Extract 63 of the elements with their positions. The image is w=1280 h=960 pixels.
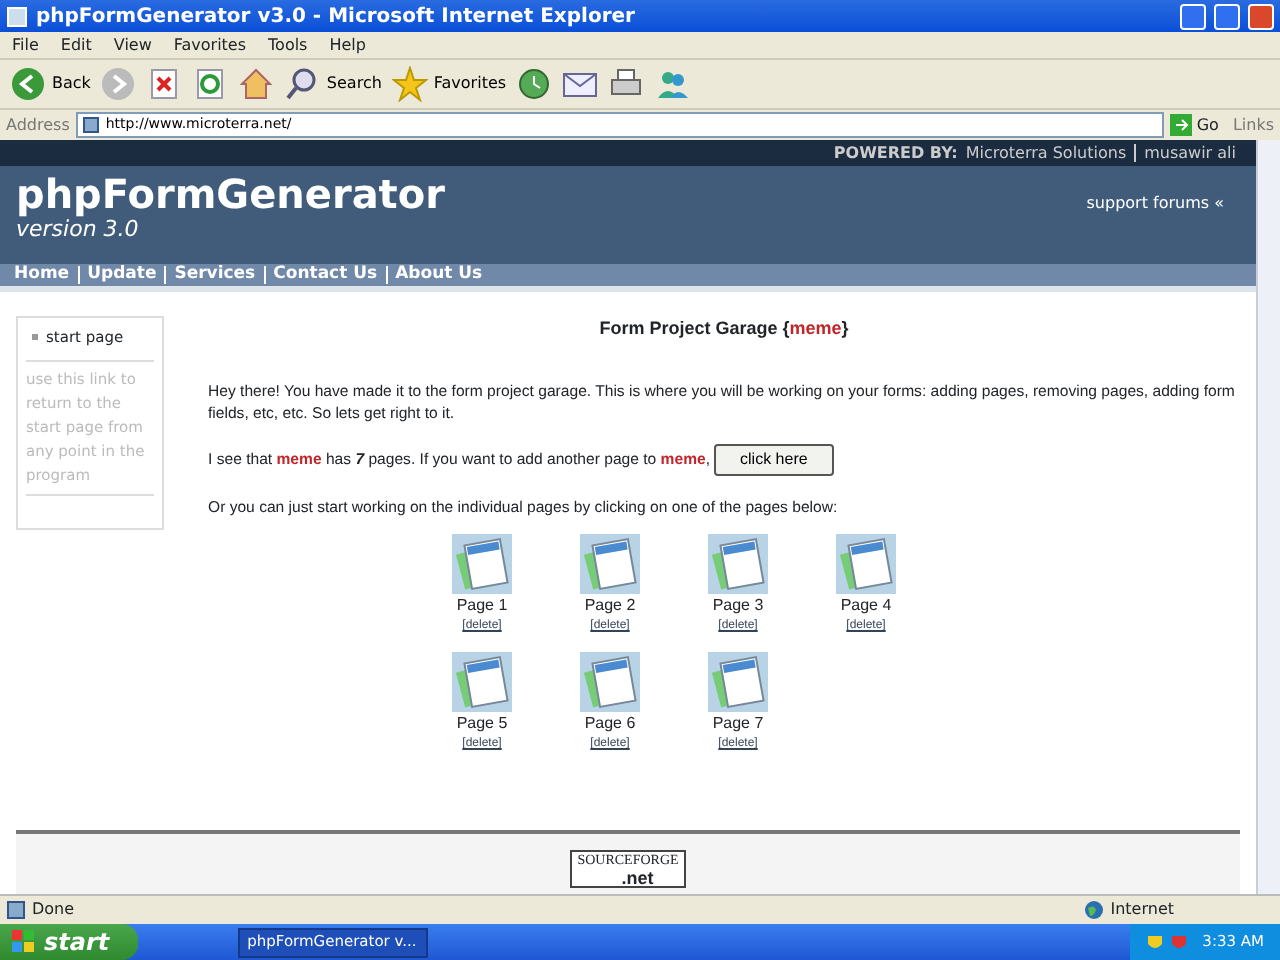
globe-icon bbox=[1084, 900, 1105, 920]
maximize-button[interactable] bbox=[1214, 3, 1240, 29]
arrow-icon bbox=[1170, 114, 1193, 136]
zone-text: Internet bbox=[1110, 898, 1174, 922]
close-button[interactable] bbox=[1248, 3, 1274, 29]
scrollbar[interactable] bbox=[1256, 140, 1280, 894]
page-icon bbox=[6, 900, 26, 920]
page-link[interactable]: Page 1 bbox=[456, 594, 508, 619]
bullet-icon bbox=[32, 334, 38, 341]
support-forums-link[interactable]: support forums « bbox=[1086, 192, 1224, 216]
search-icon bbox=[284, 66, 321, 102]
status-text: Done bbox=[32, 898, 77, 922]
history-icon[interactable] bbox=[516, 66, 553, 102]
form-document-icon[interactable] bbox=[836, 534, 896, 595]
menu-item[interactable]: Edit bbox=[60, 33, 92, 57]
menu-item[interactable]: Tools bbox=[268, 33, 308, 57]
favorites-button[interactable]: Favorites bbox=[391, 66, 507, 102]
powered-by-link[interactable]: musawir ali bbox=[1134, 144, 1236, 162]
go-button[interactable]: Go bbox=[1170, 113, 1219, 137]
form-document-icon[interactable] bbox=[580, 534, 640, 595]
menu-item[interactable]: File bbox=[12, 33, 39, 57]
form-document-icon[interactable] bbox=[452, 534, 512, 595]
people-icon[interactable] bbox=[654, 66, 691, 102]
page-link[interactable]: Page 5 bbox=[456, 712, 508, 737]
back-icon bbox=[10, 66, 46, 102]
page-link[interactable]: Page 3 bbox=[712, 594, 764, 619]
nav-link[interactable]: Contact Us bbox=[263, 266, 378, 284]
menu-item[interactable]: Favorites bbox=[173, 33, 247, 57]
nav-link[interactable]: Services bbox=[164, 266, 256, 284]
form-document-icon[interactable] bbox=[452, 652, 512, 713]
home-icon[interactable] bbox=[238, 66, 275, 102]
form-document-icon[interactable] bbox=[708, 534, 768, 595]
menu-item[interactable]: Help bbox=[329, 33, 366, 57]
page-heading: Form Project Garage {meme} bbox=[597, 316, 851, 342]
search-button[interactable]: Search bbox=[284, 66, 382, 102]
nav-link[interactable]: Update bbox=[77, 266, 157, 284]
page-link[interactable]: Page 4 bbox=[840, 594, 892, 619]
menu-item[interactable]: View bbox=[113, 33, 152, 57]
windows-logo-icon bbox=[12, 930, 36, 954]
window-title: phpFormGenerator v3.0 - Microsoft Internet Explorer bbox=[36, 3, 637, 31]
back-button[interactable]: Back bbox=[10, 66, 91, 102]
nav-link[interactable]: About Us bbox=[385, 266, 483, 284]
form-document-icon[interactable] bbox=[580, 652, 640, 713]
page-icon bbox=[81, 116, 100, 134]
page-link[interactable]: Page 2 bbox=[584, 594, 636, 619]
click-here-button[interactable]: click here bbox=[714, 443, 834, 475]
start-button[interactable]: start bbox=[0, 924, 138, 960]
form-document-icon[interactable] bbox=[708, 652, 768, 713]
links-button[interactable]: Links bbox=[1232, 113, 1274, 137]
refresh-icon[interactable] bbox=[192, 66, 229, 102]
ie-icon bbox=[6, 5, 28, 27]
nav-link[interactable]: Home bbox=[14, 262, 70, 288]
star-icon bbox=[391, 66, 428, 102]
site-title: phpFormGenerator bbox=[16, 170, 445, 218]
powered-by-link[interactable]: Microterra Solutions bbox=[965, 144, 1127, 162]
forward-icon[interactable] bbox=[100, 66, 137, 102]
stop-icon[interactable] bbox=[146, 66, 183, 102]
powered-by-label: POWERED BY: bbox=[833, 144, 958, 162]
version-label: version 3.0 bbox=[16, 218, 139, 240]
page-link[interactable]: Page 6 bbox=[584, 712, 636, 737]
page-link[interactable]: Page 7 bbox=[712, 712, 764, 737]
minimize-button[interactable] bbox=[1180, 3, 1206, 29]
address-label: Address bbox=[6, 113, 70, 137]
